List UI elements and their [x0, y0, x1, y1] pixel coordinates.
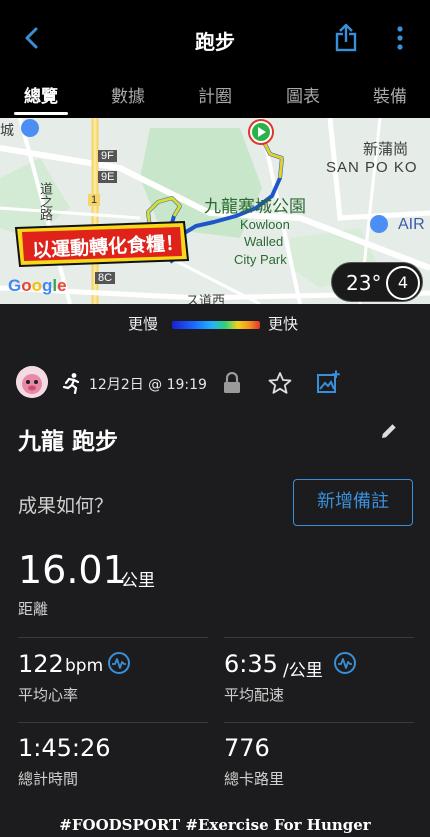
- heart-rate-pulse-icon[interactable]: [107, 651, 131, 675]
- map-label-road-1: 1: [88, 194, 101, 206]
- temperature-value: 23°: [346, 271, 382, 295]
- map-label-road-9e: 9E: [98, 171, 118, 183]
- weather-icon: 4: [386, 266, 420, 300]
- map-label-road-bottom: ス道西: [186, 293, 226, 304]
- weather-badge: 23° 4: [331, 262, 423, 302]
- avatar-image: [16, 366, 48, 398]
- map-label-road-9f: 9F: [98, 150, 117, 162]
- map-label-road-8c: 8C: [95, 272, 116, 284]
- map-label-san-po-kong-zh: 新蒲崗: [363, 141, 409, 158]
- map-label-air: AIR: [398, 216, 425, 233]
- pace-value: 6:35: [224, 650, 278, 678]
- google-logo: Google: [8, 276, 67, 295]
- total-time-label: 總計時間: [18, 770, 79, 788]
- add-note-button[interactable]: 新增備註: [293, 479, 413, 526]
- distance-label: 距離: [18, 600, 49, 618]
- divider: [224, 637, 414, 638]
- legend-faster-label: 更快: [268, 315, 299, 333]
- tab-charts[interactable]: 圖表: [268, 82, 338, 107]
- promo-sticker: 以運動轉化食糧！: [12, 220, 190, 268]
- activity-date: 12月2日 @ 19:19: [89, 377, 207, 393]
- divider: [18, 637, 208, 638]
- tab-bar: 總覽 數據 計圈 圖表 裝備: [0, 76, 430, 120]
- tab-overview[interactable]: 總覽: [6, 82, 76, 115]
- heart-rate-label: 平均心率: [18, 686, 79, 704]
- tab-data[interactable]: 數據: [93, 82, 163, 107]
- distance-value: 16.01: [18, 548, 127, 592]
- pace-legend: 更慢 更快: [0, 304, 430, 340]
- pace-pulse-icon[interactable]: [333, 651, 357, 675]
- star-icon[interactable]: [268, 372, 292, 394]
- map-label-park-en-1: Kowloon: [240, 217, 290, 232]
- result-prompt: 成果如何？: [18, 495, 114, 517]
- tab-laps[interactable]: 計圈: [180, 82, 250, 107]
- map-label-san-po-kong-en: SAN PO KO: [326, 159, 418, 176]
- pace-color-bar: [172, 321, 260, 329]
- top-app-bar: 跑步: [0, 0, 430, 76]
- page-title: 跑步: [195, 30, 235, 54]
- lock-icon[interactable]: [222, 372, 242, 394]
- weather-number: 4: [397, 273, 409, 292]
- map-label-park-en-3: City Park: [234, 252, 287, 267]
- map-label-park-en-2: Walled: [244, 234, 284, 249]
- pace-unit: /公里: [283, 661, 323, 681]
- calories-label: 總卡路里: [224, 770, 285, 788]
- heart-rate-unit: bpm: [65, 656, 104, 676]
- more-options-icon[interactable]: [393, 24, 407, 52]
- edit-pencil-icon[interactable]: [380, 422, 398, 440]
- divider: [18, 722, 208, 723]
- running-icon: [62, 373, 80, 394]
- map-label-road-vertical: 道之路: [38, 182, 53, 221]
- calories-value: 776: [224, 734, 270, 762]
- add-photo-icon[interactable]: [316, 370, 340, 394]
- activity-title: 九龍 跑步: [18, 429, 119, 455]
- legend-slower-label: 更慢: [128, 315, 159, 333]
- map-label-cheng: 城: [0, 122, 14, 138]
- divider: [224, 722, 414, 723]
- share-icon[interactable]: [332, 22, 360, 54]
- footer-hashtags: #FOODSPORT #Exercise For Hunger: [59, 816, 371, 834]
- tab-gear[interactable]: 裝備: [355, 82, 425, 107]
- heart-rate-value: 122: [18, 650, 64, 678]
- map-label-park-zh: 九龍寨城公園: [204, 197, 306, 216]
- pace-label: 平均配速: [224, 686, 285, 704]
- total-time-value: 1:45:26: [18, 734, 111, 762]
- avatar[interactable]: [16, 366, 48, 398]
- distance-unit: 公里: [121, 571, 155, 591]
